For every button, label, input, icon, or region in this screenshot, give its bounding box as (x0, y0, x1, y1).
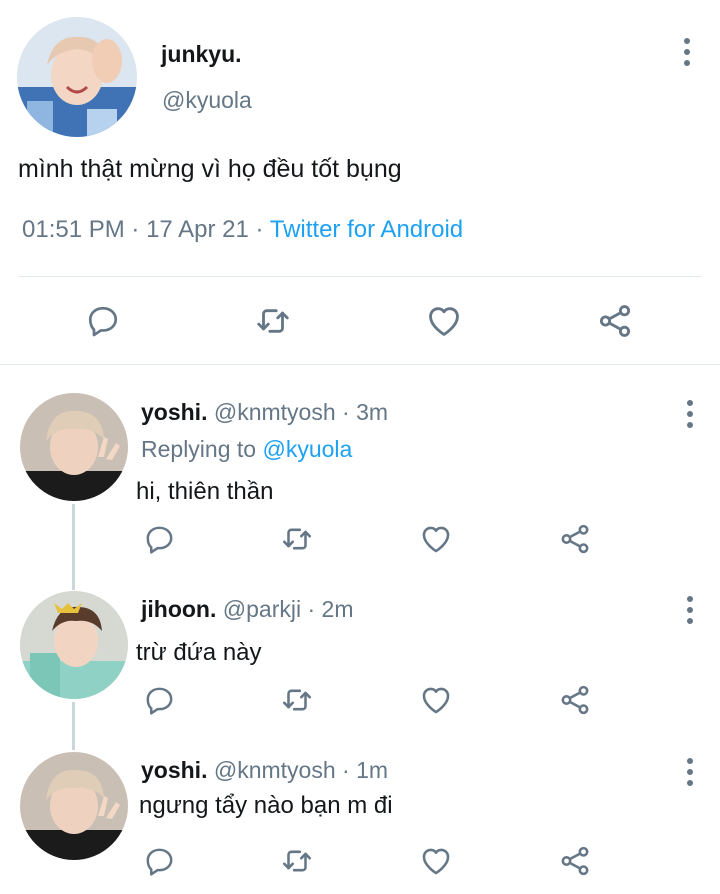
reply-icon (146, 526, 172, 554)
reply-author-name[interactable]: yoshi. (141, 757, 207, 783)
reply-time: 3m (356, 399, 389, 425)
share-icon (599, 305, 631, 337)
share-icon (561, 685, 589, 715)
tweet-text: mình thật mừng vì họ đều tốt bụng (18, 155, 402, 183)
retweet-icon (282, 528, 312, 550)
like-icon (422, 526, 450, 553)
like-icon (429, 307, 459, 336)
share-button[interactable] (592, 298, 638, 344)
reply-header: jihoon. @parkji · 2m (141, 596, 353, 623)
retweet-button[interactable] (250, 298, 296, 344)
tweet-source-link[interactable]: Twitter for Android (270, 216, 463, 243)
share-button[interactable] (555, 841, 595, 881)
retweet-icon (257, 309, 289, 333)
share-button[interactable] (555, 680, 595, 720)
replying-to: Replying to @kyuola (141, 436, 352, 463)
divider (0, 364, 720, 365)
reply-author-handle[interactable]: @parkji (223, 596, 301, 622)
author-handle[interactable]: @kyuola (162, 87, 252, 114)
more-options-icon[interactable] (683, 38, 691, 66)
share-icon (561, 524, 589, 554)
more-options-icon[interactable] (686, 596, 694, 624)
reply-author-name[interactable]: yoshi. (141, 399, 207, 425)
reply-button[interactable] (139, 680, 179, 720)
reply-button[interactable] (139, 519, 179, 559)
reply-header: yoshi. @knmtyosh · 3m (141, 399, 388, 426)
reply-icon (146, 687, 172, 715)
like-button[interactable] (416, 680, 456, 720)
author-name[interactable]: junkyu. (161, 41, 242, 68)
reply-time: 2m (321, 596, 354, 622)
tweet-date: 17 Apr 21 (146, 216, 249, 243)
reply-author-name[interactable]: jihoon. (141, 596, 216, 622)
meta-separator: · (131, 216, 140, 243)
reply-icon (146, 848, 172, 876)
reply-header: yoshi. @knmtyosh · 1m (141, 757, 388, 784)
thread-line (72, 702, 75, 750)
retweet-icon (282, 850, 312, 872)
reply-time: 1m (356, 757, 389, 783)
reply-icon (88, 306, 118, 337)
reply-button[interactable] (139, 841, 179, 881)
replying-to-label: Replying to (141, 436, 257, 462)
meta-separator: · (307, 596, 316, 622)
divider (18, 276, 702, 277)
retweet-button[interactable] (277, 841, 317, 881)
reply-text: trừ đứa này (136, 639, 262, 666)
like-button[interactable] (421, 298, 467, 344)
retweet-button[interactable] (277, 519, 317, 559)
share-icon (561, 846, 589, 876)
reply-avatar[interactable] (20, 752, 128, 860)
thread-line (72, 504, 75, 590)
retweet-icon (282, 689, 312, 711)
like-button[interactable] (416, 841, 456, 881)
reply-text: ngưng tẩy nào bạn m đi (139, 792, 393, 819)
meta-separator: · (255, 216, 264, 243)
reply-avatar[interactable] (20, 393, 128, 501)
reply-text: hi, thiên thần (136, 478, 274, 505)
author-avatar[interactable] (17, 17, 137, 137)
meta-separator: · (342, 757, 350, 783)
like-icon (422, 848, 450, 875)
replying-to-link[interactable]: @kyuola (262, 436, 352, 462)
meta-separator: · (342, 399, 350, 425)
reply-button[interactable] (80, 298, 126, 344)
like-icon (422, 687, 450, 714)
reply-author-handle[interactable]: @knmtyosh (214, 399, 336, 425)
more-options-icon[interactable] (686, 758, 694, 786)
reply-avatar[interactable] (20, 591, 128, 699)
retweet-button[interactable] (277, 680, 317, 720)
reply-author-handle[interactable]: @knmtyosh (214, 757, 336, 783)
tweet-time: 01:51 PM (22, 216, 125, 243)
more-options-icon[interactable] (686, 400, 694, 428)
like-button[interactable] (416, 519, 456, 559)
tweet-meta: 01:51 PM · 17 Apr 21 · Twitter for Andro… (22, 216, 463, 244)
share-button[interactable] (555, 519, 595, 559)
